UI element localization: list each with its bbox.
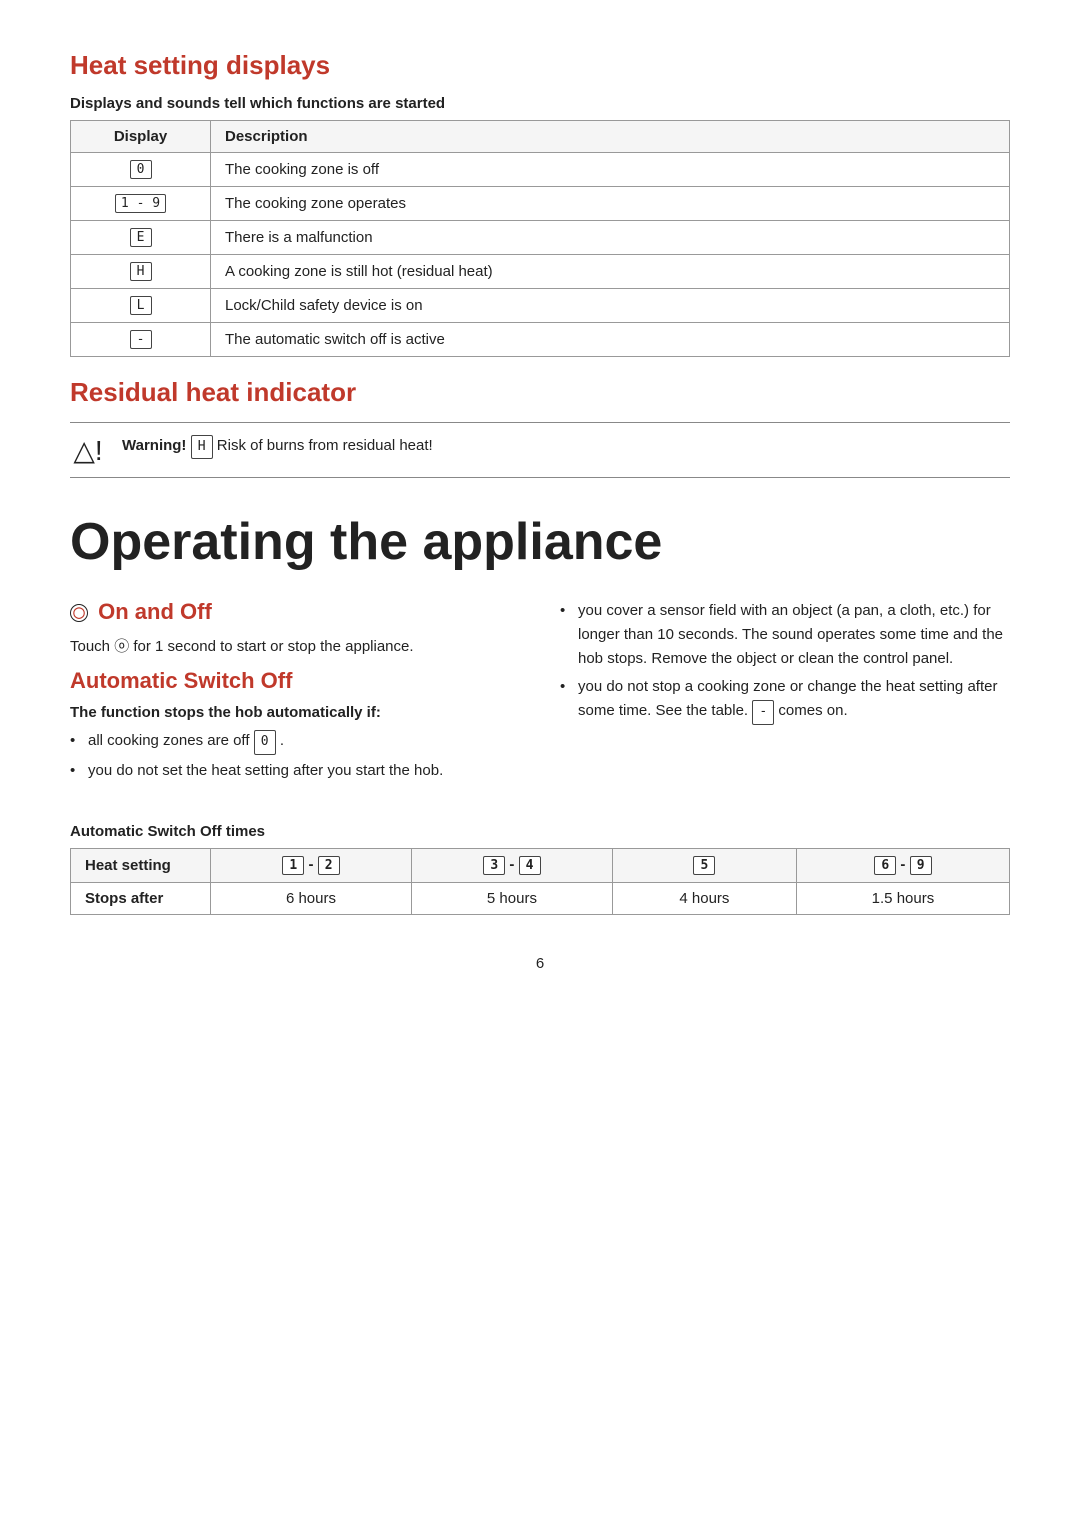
display-symbol: 0 xyxy=(71,153,211,187)
warning-body: Risk of burns from residual heat! xyxy=(217,437,433,454)
auto-switch-subtitle: The function stops the hob automatically… xyxy=(70,704,520,721)
heat-col3-header: 3 - 4 xyxy=(411,849,612,883)
symbol-box: - xyxy=(130,330,152,349)
list-item: you do not set the heat setting after yo… xyxy=(70,759,520,783)
displays-subtitle: Displays and sounds tell which functions… xyxy=(70,95,1010,112)
display-description: There is a malfunction xyxy=(211,221,1010,255)
right-bullet-list: you cover a sensor field with an object … xyxy=(560,599,1010,725)
heat-val-5: 4 hours xyxy=(612,883,796,915)
list-item: you do not stop a cooking zone or change… xyxy=(560,675,1010,725)
display-symbol: - xyxy=(71,323,211,357)
display-table-row: H A cooking zone is still hot (residual h… xyxy=(71,255,1010,289)
symbol-box: E xyxy=(130,228,152,247)
heat-col2-header: 1 - 2 xyxy=(211,849,412,883)
left-col: ◯ On and Off Touch ⓞ for 1 second to sta… xyxy=(70,599,520,795)
heat-col4-header: 5 xyxy=(612,849,796,883)
warning-sym: H xyxy=(191,435,213,459)
display-table-row: E There is a malfunction xyxy=(71,221,1010,255)
display-description: The cooking zone operates xyxy=(211,187,1010,221)
warning-icon: △! xyxy=(70,437,106,465)
heat-col5-header: 6 - 9 xyxy=(796,849,1009,883)
warning-box: △! Warning! H Risk of burns from residua… xyxy=(70,422,1010,478)
symbol-box: H xyxy=(130,262,152,281)
two-col-section: ◯ On and Off Touch ⓞ for 1 second to sta… xyxy=(70,599,1010,795)
display-symbol: 1 - 9 xyxy=(71,187,211,221)
page-number: 6 xyxy=(70,955,1010,972)
symbol-box: L xyxy=(130,296,152,315)
display-symbol: H xyxy=(71,255,211,289)
warning-bold: Warning! xyxy=(122,437,186,454)
right-col: you cover a sensor field with an object … xyxy=(560,599,1010,795)
symbol-box: 1 - 9 xyxy=(115,194,166,213)
warning-sym-inline: H xyxy=(191,437,217,454)
left-bullet-list: all cooking zones are off 0 . you do not … xyxy=(70,729,520,783)
heat-table: Heat setting 1 - 2 3 - 4 5 6 - 9 Stops a… xyxy=(70,848,1010,915)
heat-val-3-4: 5 hours xyxy=(411,883,612,915)
on-off-title: ◯ On and Off xyxy=(70,599,520,625)
display-symbol: L xyxy=(71,289,211,323)
heat-val-6-9: 1.5 hours xyxy=(796,883,1009,915)
heat-val-1-2: 6 hours xyxy=(211,883,412,915)
display-table-row: 1 - 9 The cooking zone operates xyxy=(71,187,1010,221)
display-description: Lock/Child safety device is on xyxy=(211,289,1010,323)
section2-title: Residual heat indicator xyxy=(70,377,1010,408)
display-symbol: E xyxy=(71,221,211,255)
symbol-box: 0 xyxy=(130,160,152,179)
list-item: all cooking zones are off 0 . xyxy=(70,729,520,755)
display-description: The automatic switch off is active xyxy=(211,323,1010,357)
big-title: Operating the appliance xyxy=(70,514,1010,571)
display-col-header: Display xyxy=(71,121,211,153)
description-col-header: Description xyxy=(211,121,1010,153)
auto-switch-title: Automatic Switch Off xyxy=(70,668,520,694)
display-table: Display Description 0 The cooking zone is… xyxy=(70,120,1010,357)
heat-row: Stops after 6 hours 5 hours 4 hours 1.5 … xyxy=(71,883,1010,915)
on-off-body: Touch ⓞ for 1 second to start or stop th… xyxy=(70,635,520,658)
display-table-row: L Lock/Child safety device is on xyxy=(71,289,1010,323)
auto-switch-times-subtitle: Automatic Switch Off times xyxy=(70,823,1010,840)
warning-text-content: Warning! H Risk of burns from residual h… xyxy=(122,435,433,459)
heat-col1-header: Heat setting xyxy=(71,849,211,883)
inline-sym: 0 xyxy=(254,730,276,755)
display-table-row: - The automatic switch off is active xyxy=(71,323,1010,357)
inline-sym: - xyxy=(752,700,774,725)
display-description: The cooking zone is off xyxy=(211,153,1010,187)
list-item: you cover a sensor field with an object … xyxy=(560,599,1010,671)
display-description: A cooking zone is still hot (residual he… xyxy=(211,255,1010,289)
display-table-row: 0 The cooking zone is off xyxy=(71,153,1010,187)
power-icon: ◯ xyxy=(70,604,88,622)
section1-title: Heat setting displays xyxy=(70,50,1010,81)
stops-after-label: Stops after xyxy=(71,883,211,915)
